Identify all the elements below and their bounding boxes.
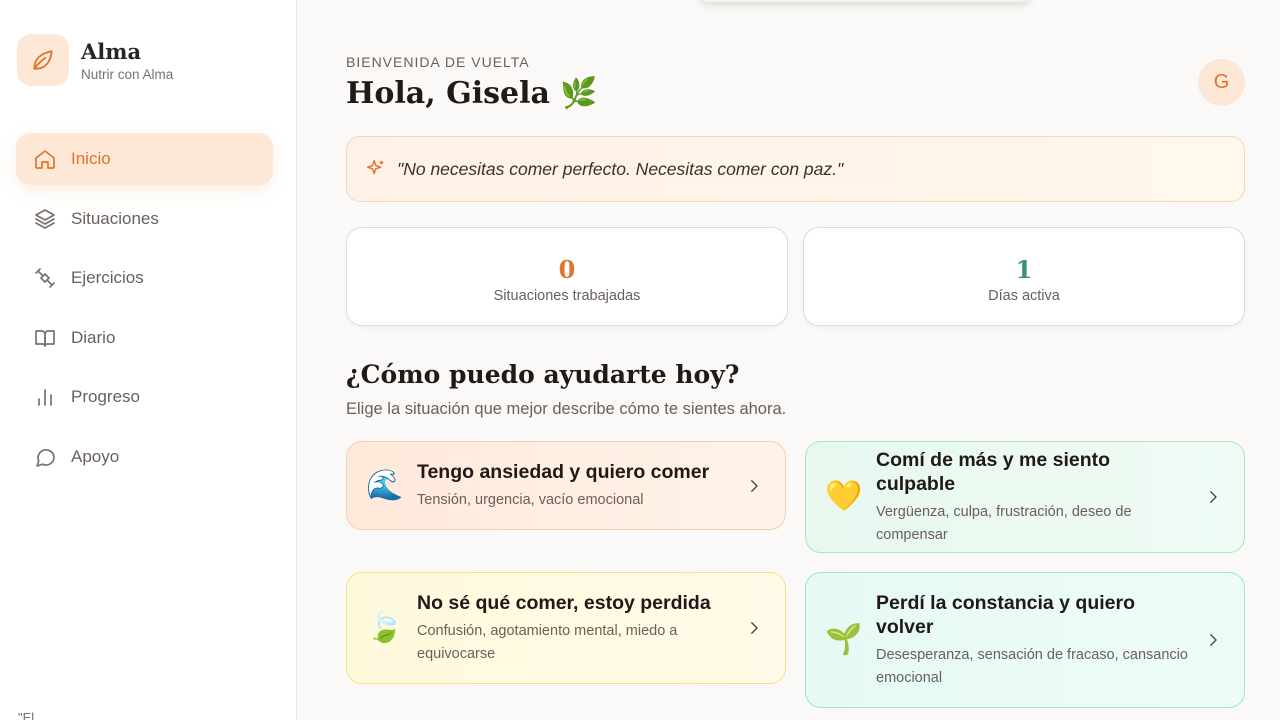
stat-card-situaciones: 0 Situaciones trabajadas [346,227,788,326]
leaf-fluttering-icon: 🍃 [366,611,404,644]
situation-card-culpable[interactable]: 💛 Comí de más y me siento culpable Vergü… [805,441,1245,553]
wave-icon: 🌊 [366,468,404,502]
situation-title: Tengo ansiedad y quiero comer [417,460,710,483]
bar-chart-icon [38,389,52,407]
sidebar-item-situaciones[interactable]: Situaciones [16,193,273,245]
section-subtitle: Elige la situación que mejor describe có… [346,400,787,418]
sidebar-item-progreso[interactable]: Progreso [16,371,273,423]
sidebar-item-label: Diario [71,327,116,347]
situation-title: Comí de más y me siento culpable [876,448,1111,495]
situation-card-ansiedad[interactable]: 🌊 Tengo ansiedad y quiero comer Tensión,… [346,441,786,530]
sidebar-item-diario[interactable]: Diario [16,312,273,364]
situation-description: Desesperanza, sensación de fracaso, cans… [876,646,1188,686]
seedling-icon: 🌱 [825,623,863,656]
book-icon [35,329,55,347]
chevron-right-icon [1210,634,1217,646]
sidebar-nav: Inicio Situaciones Ejercicios Diario Pro… [16,133,273,491]
exercise-icon [35,268,55,289]
sidebar: Alma Nutrir con Alma Inicio Situaciones … [0,0,297,720]
situation-card-perdida[interactable]: 🍃 No sé qué comer, estoy perdida Confusi… [346,572,786,684]
sidebar-item-inicio[interactable]: Inicio [16,133,273,185]
sidebar-footer-quote: "El [18,710,35,720]
stat-value: 0 [558,255,576,284]
situation-description: Confusión, agotamiento mental, miedo a e… [417,622,678,662]
chevron-right-icon [751,622,758,634]
chevron-right-icon [751,479,758,492]
stat-label: Días activa [988,288,1060,304]
brand[interactable]: Alma Nutrir con Alma [17,34,173,86]
sidebar-item-label: Progreso [71,387,140,407]
situation-title: Perdí la constancia y quiero volver [876,591,1136,638]
page-title: Hola, Gisela 🌿 [346,76,598,111]
sidebar-item-label: Inicio [71,149,111,168]
stat-value: 1 [1015,255,1033,284]
layers-icon [35,208,55,229]
top-toast-edge [700,0,1030,2]
stat-label: Situaciones trabajadas [493,288,641,304]
sidebar-item-label: Apoyo [71,446,120,466]
situation-card-constancia[interactable]: 🌱 Perdí la constancia y quiero volver De… [805,572,1245,708]
daily-quote: "No necesitas comer perfecto. Necesitas … [346,136,1245,202]
welcome-eyebrow: BIENVENIDA DE VUELTA [346,54,530,70]
brand-name: Alma [81,38,142,64]
situation-title: No sé qué comer, estoy perdida [417,591,711,614]
yellow-heart-icon: 💛 [825,480,863,513]
sidebar-item-label: Ejercicios [71,268,144,288]
section-title: ¿Cómo puedo ayudarte hoy? [346,360,740,389]
situation-description: Tensión, urgencia, vacío emocional [417,491,644,508]
sidebar-item-apoyo[interactable]: Apoyo [16,431,273,483]
sidebar-item-label: Situaciones [71,208,159,228]
chevron-right-icon [1210,491,1217,503]
leaf-icon [33,50,53,70]
chat-bubble-icon [36,448,55,467]
sidebar-item-ejercicios[interactable]: Ejercicios [16,252,273,304]
quote-text: "No necesitas comer perfecto. Necesitas … [397,158,844,179]
sparkle-icon [367,160,384,175]
avatar[interactable]: G [1198,59,1245,106]
brand-logo [17,34,69,86]
brand-subtitle: Nutrir con Alma [81,66,174,82]
home-icon [35,150,55,169]
situation-description: Vergüenza, culpa, frustración, deseo de … [876,503,1132,543]
stat-card-dias: 1 Días activa [803,227,1245,326]
